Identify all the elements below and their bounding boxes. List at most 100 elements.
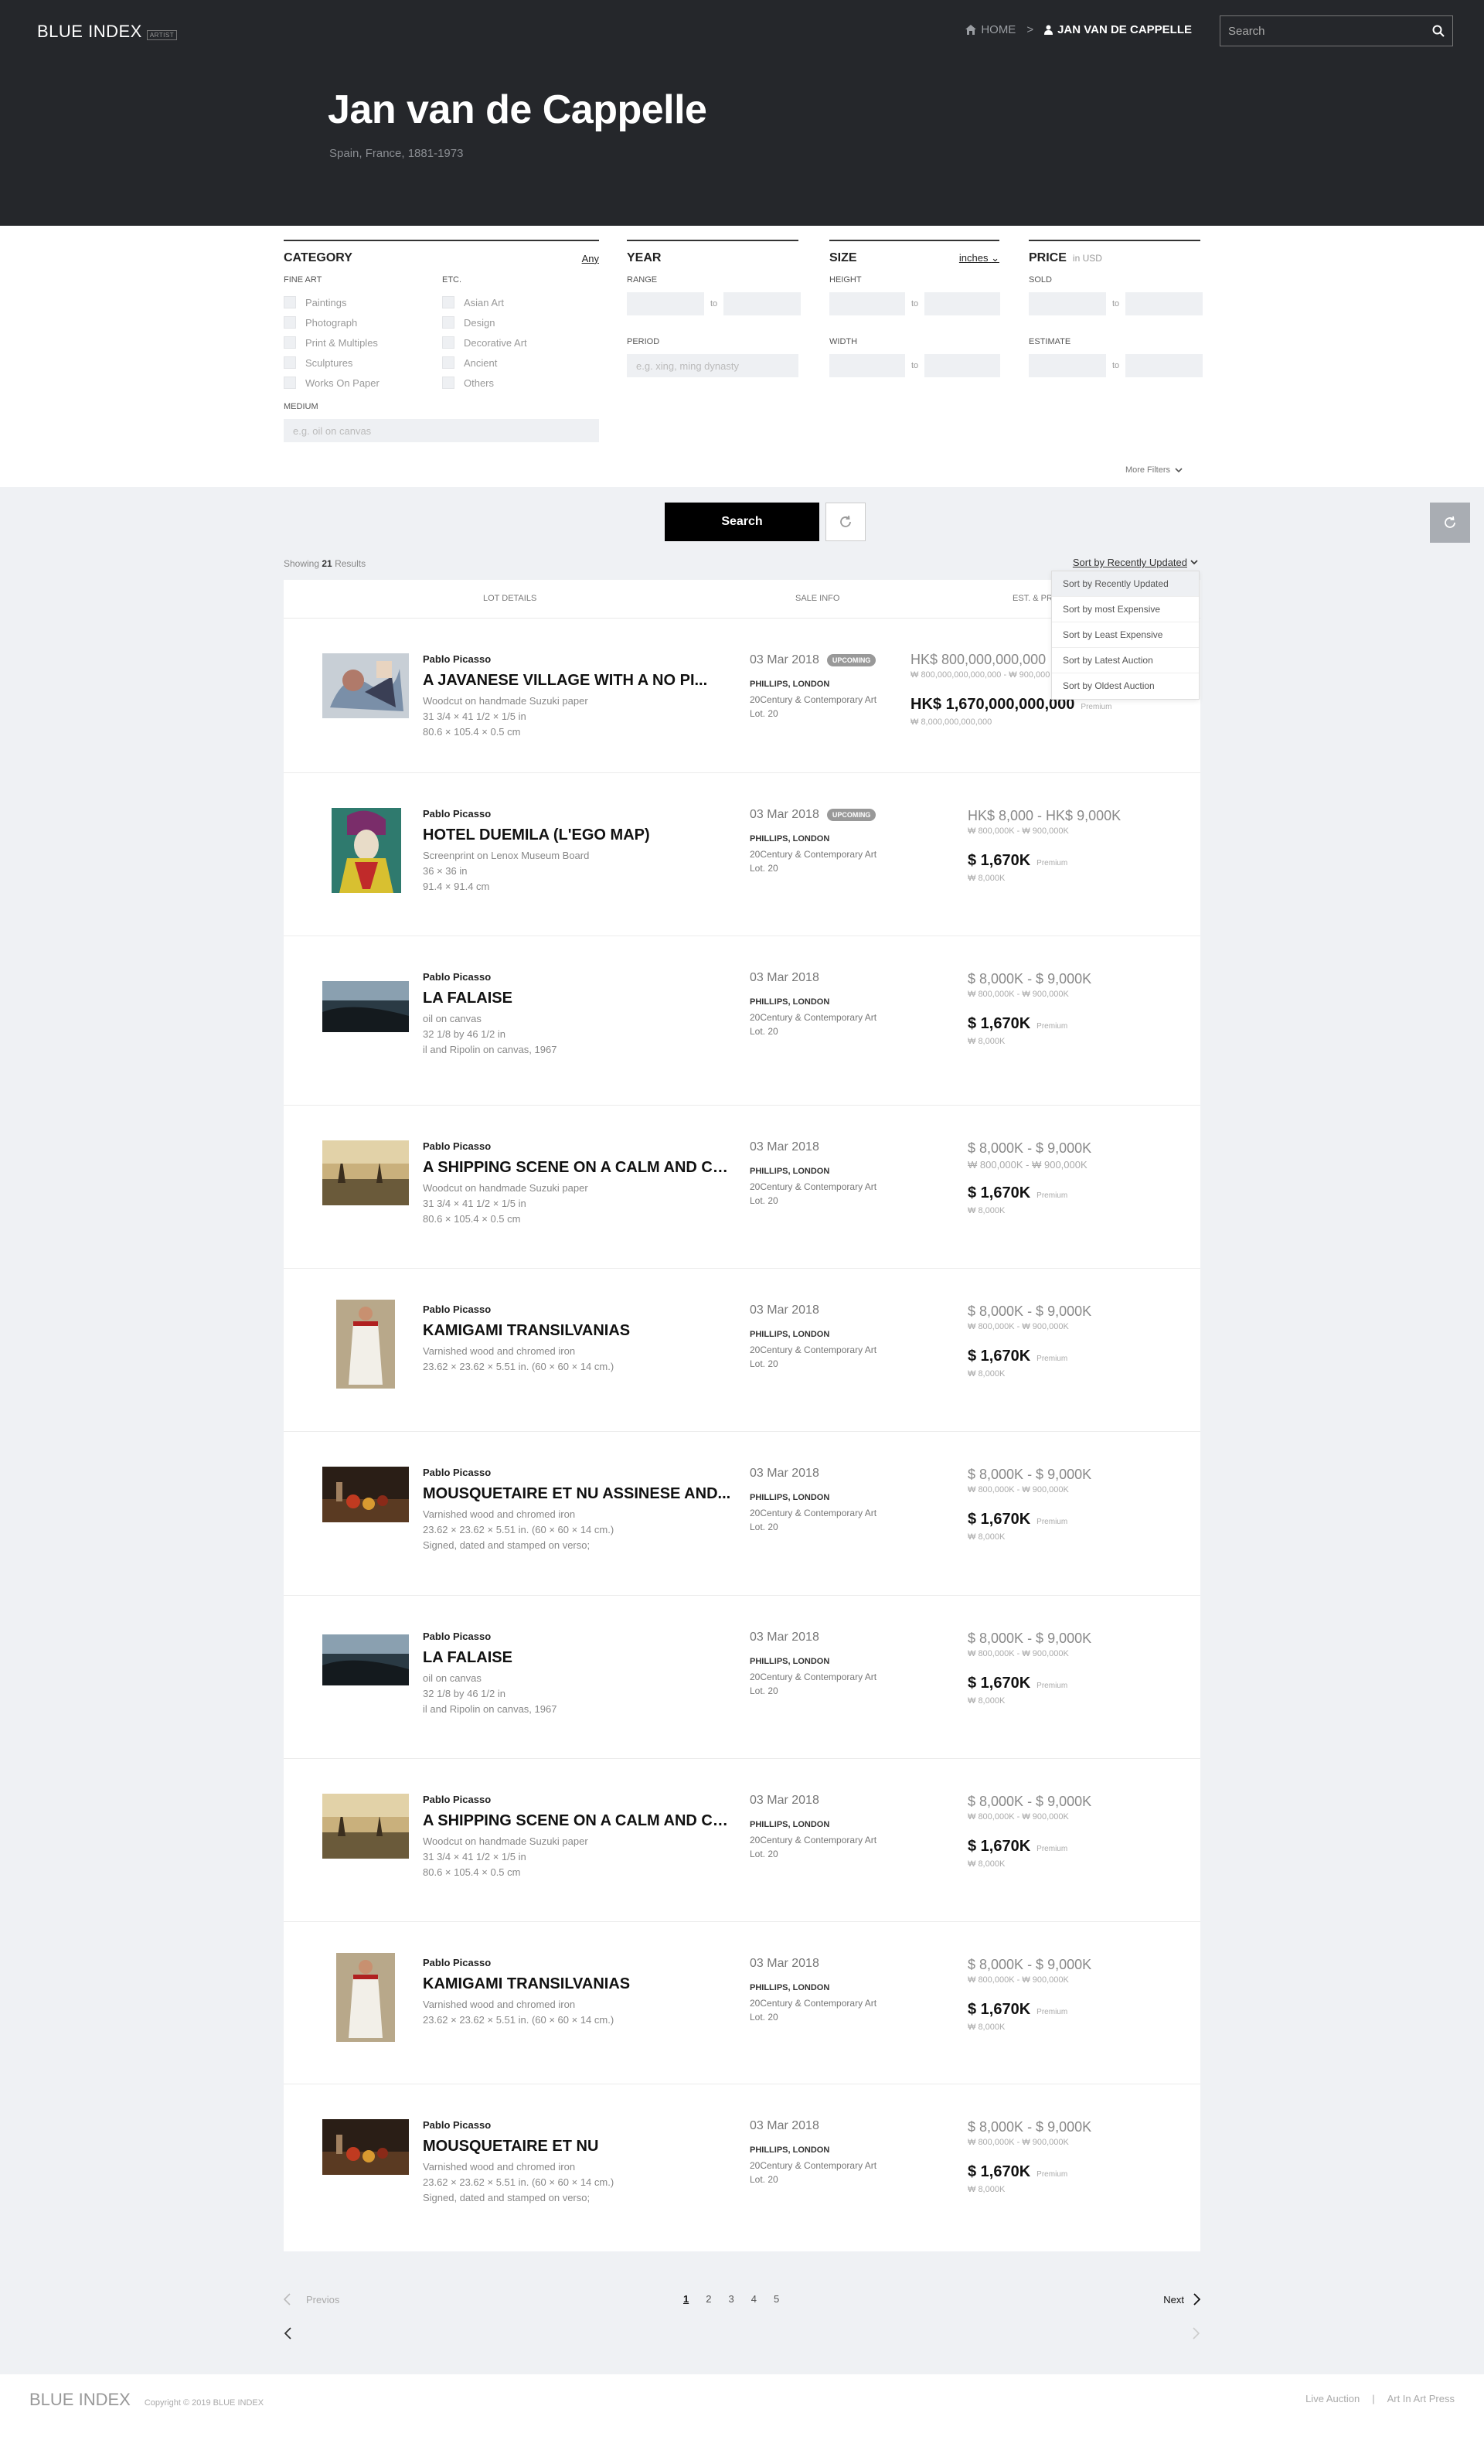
lot-title[interactable]: A SHIPPING SCENE ON A CALM AND CA... (423, 1159, 732, 1177)
checkbox-box[interactable] (442, 336, 454, 349)
more-filters-toggle[interactable]: More Filters (1125, 465, 1183, 475)
table-row[interactable]: Pablo Picasso KAMIGAMI TRANSILVANIAS Var… (284, 1922, 1200, 2084)
checkbox-box[interactable] (284, 336, 296, 349)
lot-title[interactable]: A JAVANESE VILLAGE WITH A NO PI... (423, 672, 732, 690)
prev-page-button[interactable]: Previos (284, 2293, 339, 2306)
lot-title[interactable]: KAMIGAMI TRANSILVANIAS (423, 1322, 732, 1340)
footer-link-live-auction[interactable]: Live Auction (1305, 2393, 1360, 2404)
year-to-input[interactable] (723, 292, 802, 315)
more-filters-label[interactable]: More Filters (1125, 465, 1170, 475)
artwork-thumbnail[interactable] (322, 653, 409, 718)
artwork-thumbnail[interactable] (322, 981, 409, 1032)
checkbox-works-on-paper[interactable]: Works On Paper (284, 373, 442, 393)
refresh-icon (1445, 516, 1455, 528)
category-any-link[interactable]: Any (582, 253, 599, 264)
checkbox-box[interactable] (442, 377, 454, 389)
sort-dropdown-label[interactable]: Sort by Recently Updated (1073, 557, 1187, 568)
estimate-to-input[interactable] (1125, 354, 1203, 377)
table-row[interactable]: Pablo Picasso KAMIGAMI TRANSILVANIAS Var… (284, 1269, 1200, 1432)
sold-to-input[interactable] (1125, 292, 1203, 315)
sale-date-text: 03 Mar 2018 (750, 1631, 819, 1644)
footer-logo-text[interactable]: BLUE INDEX (29, 2390, 131, 2410)
period-input[interactable] (627, 354, 798, 377)
lot-title[interactable]: HOTEL DUEMILA (L'EGO MAP) (423, 826, 732, 844)
height-to-input[interactable] (924, 292, 1001, 315)
breadcrumb-home[interactable]: HOME (965, 23, 1016, 36)
chevron-left-icon[interactable] (284, 2327, 291, 2340)
checkbox-box[interactable] (284, 316, 296, 329)
width-to-input[interactable] (924, 354, 1001, 377)
checkbox-box[interactable] (284, 296, 296, 308)
lot-title[interactable]: KAMIGAMI TRANSILVANIAS (423, 1975, 732, 1993)
lot-title[interactable]: A SHIPPING SCENE ON A CALM AND CA... (423, 1812, 732, 1830)
sort-option-recent[interactable]: Sort by Recently Updated (1052, 571, 1199, 597)
medium-input[interactable] (284, 419, 599, 442)
table-row[interactable]: Pablo Picasso A SHIPPING SCENE ON A CALM… (284, 1106, 1200, 1269)
chevron-right-icon[interactable] (1193, 2327, 1200, 2340)
width-from-input[interactable] (829, 354, 905, 377)
site-logo[interactable]: BLUE INDEX ARTIST (37, 22, 178, 42)
sort-option-least-expensive[interactable]: Sort by Least Expensive (1052, 622, 1199, 648)
page-2[interactable]: 2 (706, 2293, 711, 2305)
table-row[interactable]: Pablo Picasso LA FALAISE oil on canvas 3… (284, 1596, 1200, 1759)
table-row[interactable]: Pablo Picasso MOUSQUETAIRE ET NU Varnish… (284, 2084, 1200, 2247)
search-input[interactable] (1228, 24, 1432, 38)
checkbox-others[interactable]: Others (442, 373, 597, 393)
lot-description: Woodcut on handmade Suzuki paper 31 3/4 … (423, 1181, 588, 1227)
checkbox-box[interactable] (442, 296, 454, 308)
size-unit-dropdown[interactable]: inches ⌄ (959, 252, 999, 264)
next-page-button[interactable]: Next (1163, 2293, 1200, 2306)
artwork-thumbnail[interactable] (322, 1140, 409, 1205)
next-page-label[interactable]: Next (1163, 2294, 1184, 2306)
sold-from-input[interactable] (1029, 292, 1106, 315)
checkbox-box[interactable] (442, 316, 454, 329)
artwork-thumbnail[interactable] (332, 808, 401, 893)
estimate-from-input[interactable] (1029, 354, 1106, 377)
sort-option-most-expensive[interactable]: Sort by most Expensive (1052, 597, 1199, 622)
year-from-input[interactable] (627, 292, 704, 315)
sort-dropdown[interactable]: Sort by Recently Updated (1073, 557, 1198, 568)
page-5[interactable]: 5 (774, 2293, 779, 2305)
lot-title[interactable]: MOUSQUETAIRE ET NU ASSINESE AND... (423, 1485, 732, 1503)
table-row[interactable]: Pablo Picasso HOTEL DUEMILA (L'EGO MAP) … (284, 773, 1200, 936)
page-1[interactable]: 1 (683, 2293, 689, 2305)
fine-art-group: FINE ART Paintings Photograph Print & Mu… (284, 275, 442, 393)
checkbox-box[interactable] (284, 356, 296, 369)
checkbox-design[interactable]: Design (442, 312, 597, 332)
checkbox-sculptures[interactable]: Sculptures (284, 353, 442, 373)
lot-title[interactable]: MOUSQUETAIRE ET NU (423, 2138, 732, 2156)
breadcrumb-home-label[interactable]: HOME (981, 23, 1016, 36)
table-row[interactable]: Pablo Picasso A SHIPPING SCENE ON A CALM… (284, 1759, 1200, 1922)
artwork-thumbnail[interactable] (336, 1953, 395, 2042)
checkbox-asian-art[interactable]: Asian Art (442, 292, 597, 312)
checkbox-box[interactable] (442, 356, 454, 369)
lot-title[interactable]: LA FALAISE (423, 990, 732, 1007)
search-button[interactable]: Search (665, 503, 819, 541)
artwork-thumbnail[interactable] (322, 1634, 409, 1685)
lot-title[interactable]: LA FALAISE (423, 1649, 732, 1667)
table-row[interactable]: Pablo Picasso LA FALAISE oil on canvas 3… (284, 936, 1200, 1106)
search-icon[interactable] (1432, 25, 1445, 37)
checkbox-ancient[interactable]: Ancient (442, 353, 597, 373)
checkbox-print-multiples[interactable]: Print & Multiples (284, 332, 442, 353)
sort-option-oldest-auction[interactable]: Sort by Oldest Auction (1052, 673, 1199, 699)
artwork-thumbnail[interactable] (322, 2119, 409, 2175)
artwork-thumbnail[interactable] (336, 1300, 395, 1389)
floating-refresh-button[interactable] (1430, 503, 1470, 543)
reset-button[interactable] (825, 503, 866, 541)
table-row[interactable]: Pablo Picasso MOUSQUETAIRE ET NU ASSINES… (284, 1432, 1200, 1596)
page-4[interactable]: 4 (751, 2293, 757, 2305)
checkbox-box[interactable] (284, 377, 296, 389)
sort-option-latest-auction[interactable]: Sort by Latest Auction (1052, 648, 1199, 673)
height-from-input[interactable] (829, 292, 905, 315)
checkbox-photograph[interactable]: Photograph (284, 312, 442, 332)
checkbox-decorative-art[interactable]: Decorative Art (442, 332, 597, 353)
artwork-thumbnail[interactable] (322, 1467, 409, 1522)
checkbox-paintings[interactable]: Paintings (284, 292, 442, 312)
page-3[interactable]: 3 (728, 2293, 733, 2305)
footer-link-art-press[interactable]: Art In Art Press (1387, 2393, 1455, 2404)
prev-page-label[interactable]: Previos (306, 2294, 339, 2306)
size-unit-label[interactable]: inches (959, 252, 989, 264)
logo-text[interactable]: BLUE INDEX (37, 22, 142, 42)
artwork-thumbnail[interactable] (322, 1794, 409, 1859)
